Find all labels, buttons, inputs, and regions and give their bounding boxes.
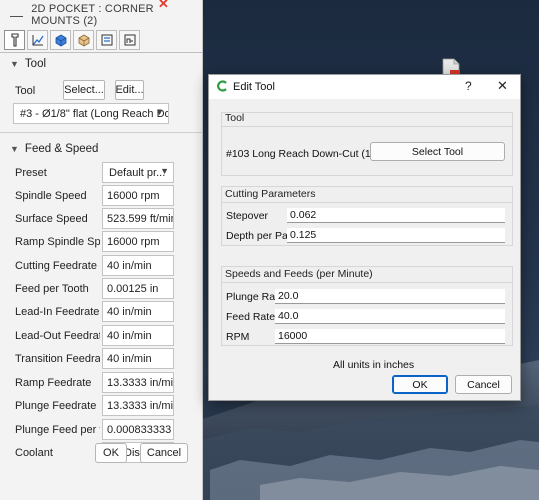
select-tool-button[interactable]: Select... xyxy=(63,80,105,100)
dialog-cancel-button[interactable]: Cancel xyxy=(455,375,512,394)
close-icon[interactable]: ✕ xyxy=(158,0,169,12)
feed-rate-input[interactable]: 40.0 xyxy=(275,309,505,324)
plunge-feedrate-input[interactable]: 13.3333 in/min xyxy=(102,395,174,416)
geometry-icon xyxy=(31,35,44,46)
ramp-spindle-speed-input[interactable]: 16000 rpm xyxy=(102,231,174,252)
lead-out-feedrate-input[interactable]: 40 in/min xyxy=(102,325,174,346)
simulation-tab[interactable] xyxy=(119,30,140,50)
group-divider xyxy=(222,282,512,283)
panel-cancel-button[interactable]: Cancel xyxy=(140,443,188,463)
stepover-label: Stepover xyxy=(226,210,269,222)
collapse-icon[interactable]: — xyxy=(10,8,23,23)
linking-tab[interactable] xyxy=(96,30,117,50)
close-icon[interactable]: ✕ xyxy=(497,78,508,94)
chevron-down-icon: ▼ xyxy=(160,166,169,176)
tool-tab[interactable] xyxy=(4,30,25,50)
passes-tab[interactable] xyxy=(73,30,94,50)
operation-tabs xyxy=(4,30,140,52)
spindle-speed-label: Spindle Speed xyxy=(15,190,87,202)
feed-rate-label: Feed Rate xyxy=(226,311,276,323)
preset-dropdown[interactable]: Default pr... ▼ xyxy=(102,162,174,183)
feed-per-tooth-input[interactable]: 0.00125 in xyxy=(102,278,174,299)
preset-value: Default pr... xyxy=(109,166,166,179)
edit-tool-button[interactable]: Edit... xyxy=(115,80,144,100)
lead-in-feedrate-input[interactable]: 40 in/min xyxy=(102,301,174,322)
app-icon xyxy=(217,80,227,92)
help-icon[interactable]: ? xyxy=(465,79,472,93)
panel-titlebar: — 2D POCKET : CORNER MOUNTS (2) xyxy=(0,0,202,30)
feed-per-tooth-label: Feed per Tooth xyxy=(15,283,89,295)
rpm-label: RPM xyxy=(226,331,250,343)
tool-section-header[interactable]: ▼ Tool xyxy=(0,54,203,74)
spindle-speed-input[interactable]: 16000 rpm xyxy=(102,185,174,206)
feed-speed-section-header[interactable]: ▼ Feed & Speed xyxy=(0,139,203,159)
cutting-parameters-title: Cutting Parameters xyxy=(225,188,316,200)
units-note: All units in inches xyxy=(333,359,415,371)
plunge-feed-per-rev-label: Plunge Feed per f... xyxy=(15,424,100,436)
dialog-ok-button[interactable]: OK xyxy=(392,375,448,394)
linking-icon xyxy=(101,34,112,46)
cutting-feedrate-input[interactable]: 40 in/min xyxy=(102,255,174,276)
tab-divider xyxy=(0,52,203,53)
feed-speed-section-title: Feed & Speed xyxy=(24,143,99,155)
surface-speed-input[interactable]: 523.599 ft/min xyxy=(102,208,174,229)
ramp-feedrate-label: Ramp Feedrate xyxy=(15,377,92,389)
surface-speed-label: Surface Speed xyxy=(15,213,88,225)
tool-dropdown[interactable]: #3 - Ø1/8" flat (Long Reach Do... ▼ xyxy=(13,103,169,124)
tool-name: #103 Long Reach Down-Cut (1/8") xyxy=(226,148,387,160)
chevron-down-icon: ▼ xyxy=(155,107,164,117)
expand-triangle-icon: ▼ xyxy=(10,144,19,154)
ramp-spindle-speed-label: Ramp Spindle Spe... xyxy=(15,236,100,248)
stepover-input[interactable]: 0.062 xyxy=(287,208,505,223)
plunge-rate-input[interactable]: 20.0 xyxy=(275,289,505,304)
panel-ok-button[interactable]: OK xyxy=(95,443,127,463)
rpm-input[interactable]: 16000 xyxy=(275,329,505,344)
group-divider xyxy=(222,202,512,203)
speeds-feeds-title: Speeds and Feeds (per Minute) xyxy=(225,268,373,280)
group-divider xyxy=(222,126,512,127)
ramp-feedrate-input[interactable]: 13.3333 in/min xyxy=(102,372,174,393)
depth-per-pass-input[interactable]: 0.125 xyxy=(287,228,505,243)
cutting-parameters-group: Cutting Parameters Stepover 0.062 Depth … xyxy=(221,186,513,246)
cam-operation-panel: — 2D POCKET : CORNER MOUNTS (2) ✕ ▼ Tool… xyxy=(0,0,203,500)
transition-feedrate-input[interactable]: 40 in/min xyxy=(102,348,174,369)
dialog-title: Edit Tool xyxy=(233,81,275,93)
tool-icon xyxy=(10,33,19,47)
lead-out-feedrate-label: Lead-Out Feedrate xyxy=(15,330,100,342)
tool-group: Tool #103 Long Reach Down-Cut (1/8") Sel… xyxy=(221,112,513,176)
coolant-label: Coolant xyxy=(15,447,53,459)
simulation-icon xyxy=(124,34,135,46)
edit-tool-dialog: Edit Tool ? ✕ Tool #103 Long Reach Down-… xyxy=(208,74,521,401)
preset-label: Preset xyxy=(15,167,47,179)
section-divider xyxy=(0,132,203,133)
dialog-titlebar: Edit Tool ? ✕ xyxy=(209,75,520,99)
heights-icon xyxy=(55,34,66,47)
geometry-tab[interactable] xyxy=(27,30,48,50)
plunge-feedrate-label: Plunge Feedrate xyxy=(15,400,97,412)
tool-section-title: Tool xyxy=(24,58,47,70)
cutting-feedrate-label: Cutting Feedrate xyxy=(15,260,97,272)
plunge-feed-per-rev-input[interactable]: 0.000833333 in xyxy=(102,419,174,440)
passes-icon xyxy=(78,34,89,47)
expand-triangle-icon: ▼ xyxy=(10,59,19,69)
tool-group-title: Tool xyxy=(225,112,245,124)
transition-feedrate-label: Transition Feedra... xyxy=(15,353,100,365)
tool-label: Tool xyxy=(15,85,36,97)
heights-tab[interactable] xyxy=(50,30,71,50)
panel-title: 2D POCKET : CORNER MOUNTS (2) xyxy=(31,3,154,27)
select-tool-button[interactable]: Select Tool xyxy=(370,142,505,161)
tool-dropdown-value: #3 - Ø1/8" flat (Long Reach Do... xyxy=(20,107,169,120)
speeds-feeds-group: Speeds and Feeds (per Minute) Plunge Rat… xyxy=(221,266,513,346)
lead-in-feedrate-label: Lead-In Feedrate xyxy=(15,306,100,318)
